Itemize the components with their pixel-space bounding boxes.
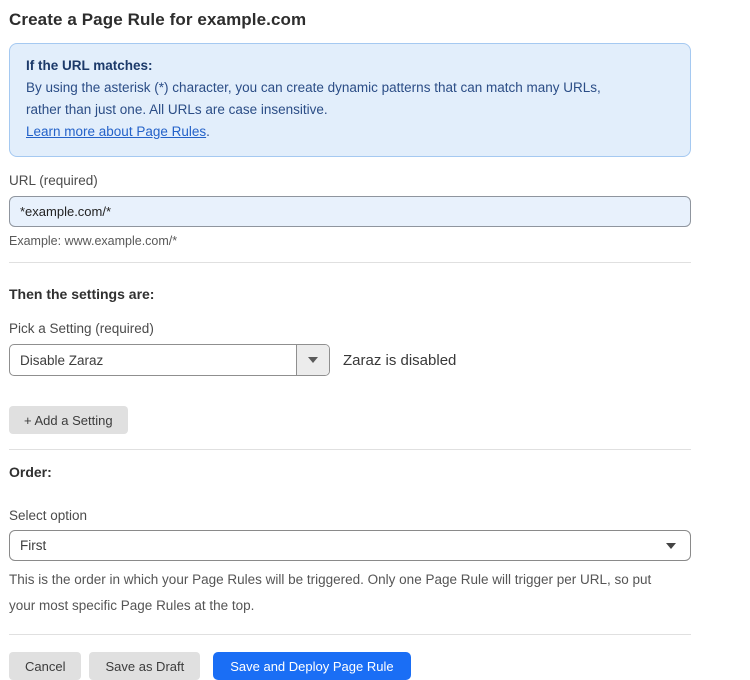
- url-example-text: Example: www.example.com/*: [9, 234, 691, 248]
- setting-row: Disable Zaraz Zaraz is disabled: [9, 344, 691, 376]
- url-input[interactable]: [9, 196, 691, 227]
- learn-more-link[interactable]: Learn more about Page Rules: [26, 124, 206, 139]
- order-section-heading: Order:: [9, 464, 691, 480]
- setting-select-arrow-button[interactable]: [296, 345, 329, 375]
- chevron-down-icon: [666, 543, 676, 549]
- setting-select[interactable]: Disable Zaraz: [9, 344, 330, 376]
- info-box-link-line: Learn more about Page Rules.: [26, 121, 674, 143]
- page-rule-form: Create a Page Rule for example.com If th…: [9, 0, 691, 680]
- url-match-info-box: If the URL matches: By using the asteris…: [9, 43, 691, 157]
- setting-status-text: Zaraz is disabled: [343, 352, 456, 369]
- form-actions: Cancel Save as Draft Save and Deploy Pag…: [9, 652, 691, 680]
- setting-select-value: Disable Zaraz: [10, 353, 296, 368]
- info-box-body: By using the asterisk (*) character, you…: [26, 77, 638, 121]
- divider: [9, 449, 691, 450]
- settings-section-heading: Then the settings are:: [9, 286, 691, 302]
- setting-picker-label: Pick a Setting (required): [9, 321, 691, 336]
- chevron-down-icon: [308, 357, 318, 363]
- divider: [9, 262, 691, 263]
- order-select-label: Select option: [9, 508, 691, 523]
- order-select-value: First: [20, 538, 46, 553]
- save-as-draft-button[interactable]: Save as Draft: [89, 652, 200, 680]
- divider: [9, 634, 691, 635]
- info-box-heading: If the URL matches:: [26, 55, 674, 77]
- save-and-deploy-button[interactable]: Save and Deploy Page Rule: [213, 652, 410, 680]
- add-setting-button[interactable]: + Add a Setting: [9, 406, 128, 434]
- link-period: .: [206, 124, 210, 139]
- order-help-text: This is the order in which your Page Rul…: [9, 567, 681, 619]
- order-select[interactable]: First: [9, 530, 691, 561]
- url-field-label: URL (required): [9, 173, 691, 188]
- page-title: Create a Page Rule for example.com: [9, 10, 691, 30]
- cancel-button[interactable]: Cancel: [9, 652, 81, 680]
